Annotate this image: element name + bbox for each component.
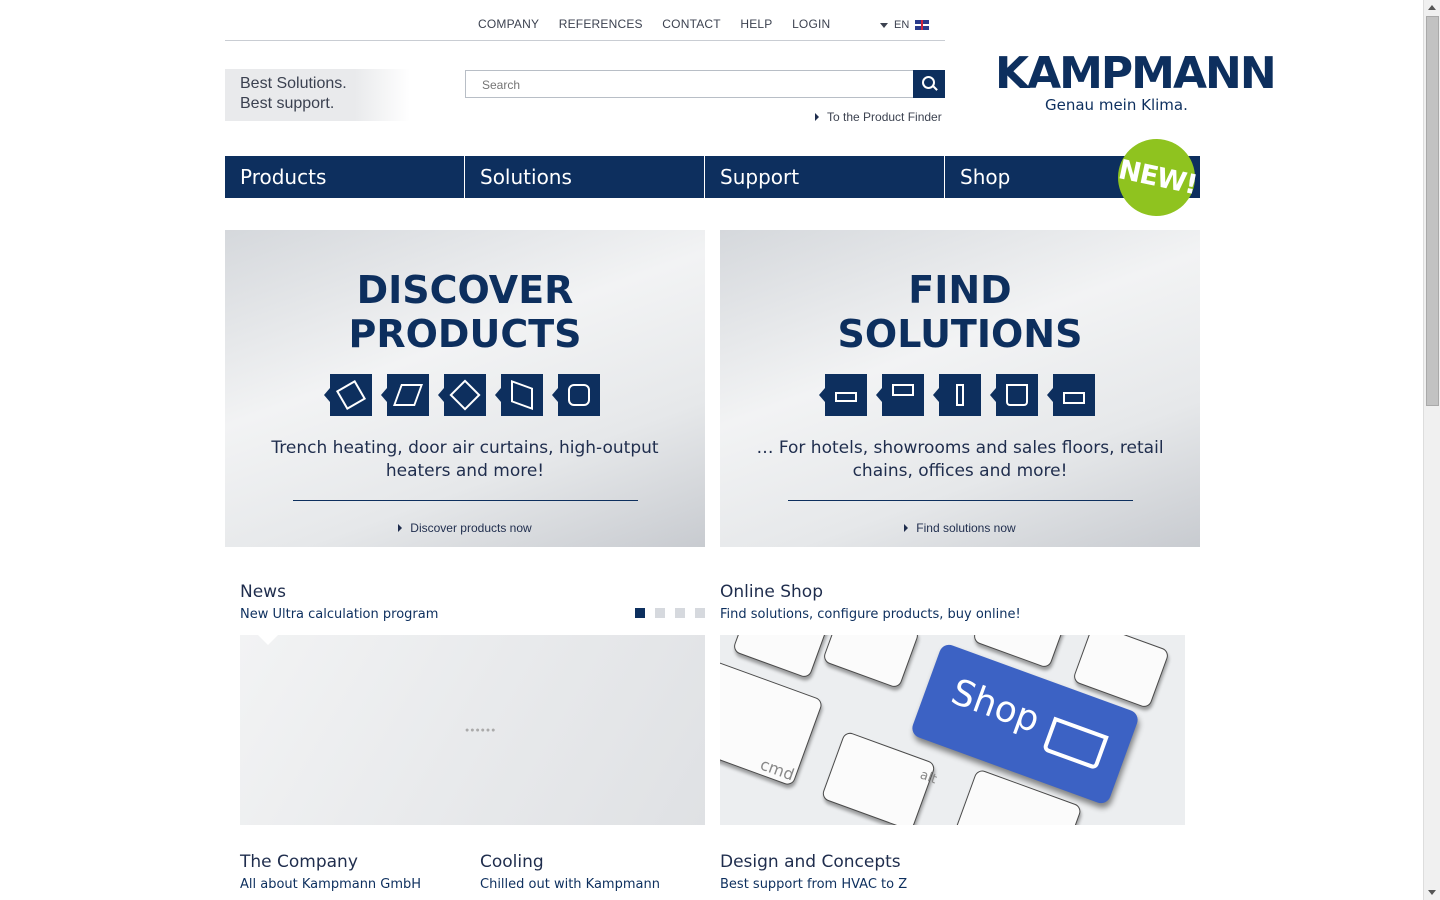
teaser-headline-line-1: FIND	[908, 268, 1012, 312]
carousel-dot[interactable]	[635, 608, 645, 618]
find-solutions-teaser[interactable]: FIND SOLUTIONS … For hotels, showrooms a…	[720, 230, 1200, 547]
carousel-dot[interactable]	[675, 608, 685, 618]
scroll-down-icon[interactable]	[1428, 890, 1436, 895]
top-link-company[interactable]: COMPANY	[478, 17, 539, 31]
news-carousel-dots	[635, 608, 705, 618]
nav-products[interactable]: Products	[225, 156, 465, 198]
discover-products-teaser[interactable]: DISCOVER PRODUCTS Trench heating, door a…	[225, 230, 705, 547]
nav-solutions[interactable]: Solutions	[465, 156, 705, 198]
search-box	[465, 70, 945, 98]
online-shop-subtitle[interactable]: Find solutions, configure products, buy …	[720, 607, 1021, 622]
tagline-line-1: Best Solutions.	[240, 75, 347, 92]
keyboard-key	[821, 635, 921, 690]
teaser-text: Trench heating, door air curtains, high-…	[271, 438, 659, 481]
company-title[interactable]: The Company	[240, 852, 358, 872]
top-links: COMPANY REFERENCES CONTACT HELP LOGIN	[478, 17, 846, 31]
main-navigation: Products Solutions Support Shop	[225, 156, 1200, 198]
office-desk-icon[interactable]	[876, 374, 924, 416]
radiant-panel-icon[interactable]	[438, 374, 486, 416]
teaser-text: … For hotels, showrooms and sales floors…	[756, 438, 1164, 481]
uk-flag-icon	[915, 20, 930, 30]
showroom-people-icon[interactable]	[933, 374, 981, 416]
door-air-curtain-icon[interactable]	[495, 374, 543, 416]
cta-label: Find solutions now	[916, 521, 1016, 535]
news-title[interactable]: News	[240, 582, 286, 602]
cassette-unit-icon[interactable]	[552, 374, 600, 416]
product-icons	[225, 374, 705, 416]
top-link-contact[interactable]: CONTACT	[662, 17, 721, 31]
search-input[interactable]	[480, 77, 904, 93]
tagline: Best Solutions. Best support.	[225, 69, 410, 121]
retail-cart-icon[interactable]	[990, 374, 1038, 416]
vertical-scrollbar[interactable]	[1423, 0, 1440, 900]
nav-support[interactable]: Support	[705, 156, 945, 198]
arrow-right-icon	[904, 524, 909, 532]
arrow-right-icon	[815, 113, 819, 121]
language-selector[interactable]: EN	[880, 19, 930, 31]
kampmann-logo[interactable]: KAMPMANN Genau mein Klima.	[995, 48, 1277, 114]
scroll-up-icon[interactable]	[1428, 5, 1436, 10]
product-finder-link[interactable]: To the Product Finder	[815, 110, 942, 124]
teaser-divider	[787, 500, 1133, 501]
top-link-help[interactable]: HELP	[740, 17, 772, 31]
find-solutions-link[interactable]: Find solutions now	[720, 521, 1200, 535]
cta-label: Discover products now	[410, 521, 532, 535]
design-concepts-subtitle[interactable]: Best support from HVAC to Z	[720, 877, 907, 892]
panel-notch	[258, 635, 278, 645]
new-badge[interactable]: NEW!	[1110, 131, 1203, 224]
hotel-bed-icon[interactable]	[819, 374, 867, 416]
shopping-cart-icon	[1041, 716, 1109, 771]
product-finder-label: To the Product Finder	[827, 110, 942, 124]
teaser-headline: DISCOVER PRODUCTS	[225, 268, 705, 356]
loading-indicator-icon: ●●●●●●	[465, 727, 497, 734]
carousel-dot[interactable]	[695, 608, 705, 618]
convector-icon[interactable]	[381, 374, 429, 416]
online-shop-title[interactable]: Online Shop	[720, 582, 823, 602]
teaser-headline-line-1: DISCOVER	[356, 268, 574, 312]
discover-products-link[interactable]: Discover products now	[225, 521, 705, 535]
top-link-references[interactable]: REFERENCES	[559, 17, 643, 31]
company-subtitle[interactable]: All about Kampmann GmbH	[240, 877, 421, 892]
teaser-headline-line-2: PRODUCTS	[348, 312, 582, 356]
logo-claim: Genau mein Klima.	[1045, 96, 1188, 114]
solution-icons	[720, 374, 1200, 416]
teaser-headline-line-2: SOLUTIONS	[837, 312, 1083, 356]
teaser-divider	[292, 500, 638, 501]
news-image-panel[interactable]: ●●●●●●	[240, 635, 705, 825]
scrollbar-thumb[interactable]	[1426, 16, 1439, 406]
logo-wordmark: KAMPMANN	[995, 48, 1277, 99]
trench-heater-icon[interactable]	[324, 374, 372, 416]
cooling-subtitle[interactable]: Chilled out with Kampmann	[480, 877, 660, 892]
industry-factory-icon[interactable]	[1047, 374, 1095, 416]
news-subtitle[interactable]: New Ultra calculation program	[240, 607, 438, 622]
design-concepts-title[interactable]: Design and Concepts	[720, 852, 901, 872]
search-button[interactable]	[913, 70, 945, 98]
carousel-dot[interactable]	[655, 608, 665, 618]
online-shop-image-panel[interactable]: cmd alt Shop	[720, 635, 1185, 825]
shop-key-label: Shop	[945, 671, 1046, 742]
teaser-headline: FIND SOLUTIONS	[720, 268, 1200, 356]
arrow-right-icon	[398, 524, 403, 532]
top-link-login[interactable]: LOGIN	[792, 17, 830, 31]
tagline-line-2: Best support.	[240, 95, 335, 112]
top-navigation: COMPANY REFERENCES CONTACT HELP LOGIN EN	[225, 0, 945, 41]
cooling-title[interactable]: Cooling	[480, 852, 544, 872]
language-code: EN	[894, 19, 910, 31]
caret-down-icon	[880, 22, 888, 28]
